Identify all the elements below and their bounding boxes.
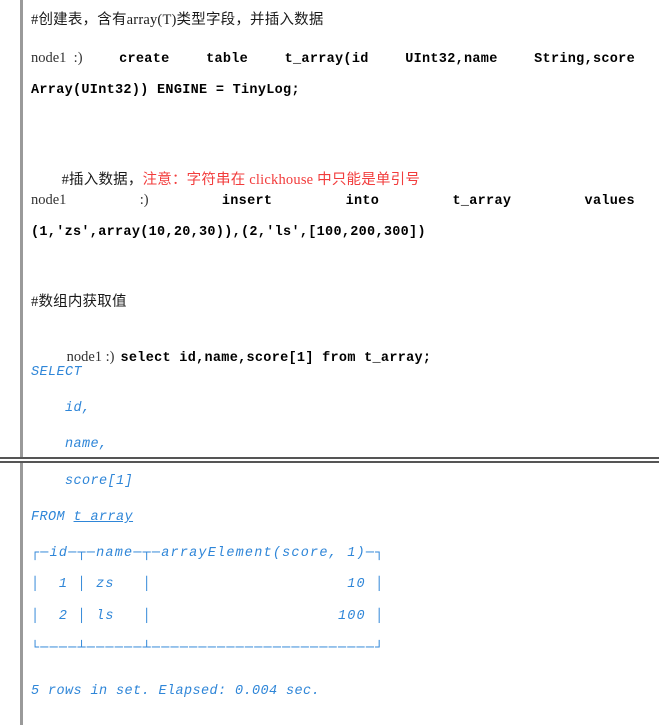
status-line-rows-elapsed: 5 rows in set. Elapsed: 0.004 sec. [31, 684, 321, 699]
comment-insert-red: 注意：字符串在 clickhouse 中只能是单引号 [142, 171, 421, 188]
sql-token-insert-table: t_array [452, 194, 512, 209]
sql-create-continuation: Array(UInt32)) ENGINE = TinyLog; [31, 83, 300, 98]
screenshot-page: #创建表，含有array(T)类型字段，并插入数据 node1 :) creat… [0, 0, 659, 725]
sql-token-string-score: String,score [534, 52, 635, 67]
left-rail-bottom [20, 463, 23, 725]
sql-insert-values: (1,'zs',array(10,20,30)),(2,'ls',[100,20… [31, 225, 426, 240]
sql-token-values: values [584, 194, 635, 209]
sql-select-text: select id,name,score[1] from t_array; [120, 351, 432, 366]
comment-create-table: #创建表，含有array(T)类型字段，并插入数据 [31, 12, 324, 28]
sql-token-table: table [206, 52, 249, 67]
sql-token-t-array: t_array(id [284, 52, 369, 67]
command-line-select: node1 :) select id,name,score[1] from t_a… [31, 330, 431, 384]
sql-token-create: create [119, 52, 170, 67]
comment-insert-black: #插入数据， [61, 171, 143, 188]
prompt-insert-smiley: :) [139, 192, 149, 208]
echo-column-name: name, [31, 437, 108, 452]
echo-from-table: t_array [73, 510, 134, 525]
prompt-create: node1 :) [31, 50, 83, 66]
command-line-insert: node1 :) insert into t_array values [31, 192, 635, 209]
echo-select-keyword: SELECT [31, 365, 83, 380]
result-table-top-border: ┌─id─┬─name─┬─arrayElement(score, 1)─┐ [31, 546, 385, 561]
sql-token-into: into [345, 194, 380, 209]
left-rail-top [20, 0, 23, 457]
command-line-create: node1 :) create table t_array(id UInt32,… [31, 50, 635, 67]
echo-column-id: id, [31, 401, 91, 416]
table-row: │ 2 │ ls │ 100 │ [31, 609, 385, 624]
echo-from-clause: FROM t_array [31, 511, 133, 525]
terminal-screenshot-bottom: score[1] FROM t_array ┌─id─┬─name─┬─arra… [0, 461, 659, 725]
echo-from-space [65, 510, 74, 525]
prompt-select: node1 :) [66, 349, 115, 365]
echo-from-keyword: FROM [31, 510, 66, 525]
echo-column-score: score[1] [31, 474, 134, 489]
sql-token-uint32-name: UInt32,name [405, 52, 498, 67]
table-row: │ 1 │ zs │ 10 │ [31, 577, 385, 592]
sql-token-insert: insert [221, 194, 273, 209]
terminal-screenshot-top: #创建表，含有array(T)类型字段，并插入数据 node1 :) creat… [0, 0, 659, 459]
sql-select-statement: select id,name,score[1] from t_array; [120, 351, 431, 366]
comment-array-access: #数组内获取值 [31, 294, 127, 310]
result-table-bottom-border: └────┴──────┴────────────────────────┘ [31, 641, 385, 656]
prompt-insert: node1 [31, 192, 67, 208]
